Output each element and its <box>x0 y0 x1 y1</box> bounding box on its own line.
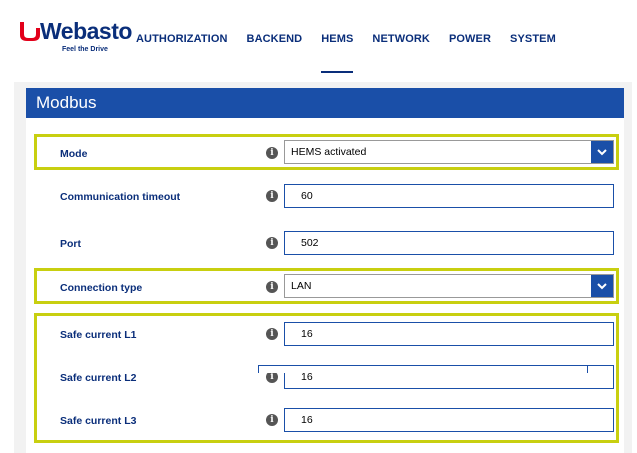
field-row-mode: Mode i HEMS activated <box>38 138 614 172</box>
info-icon[interactable]: i <box>266 190 278 202</box>
panel-title: Modbus <box>26 88 624 118</box>
safe-current-l1-label: Safe current L1 <box>60 329 137 341</box>
logo-wordmark: Webasto <box>40 18 132 44</box>
webasto-logo[interactable]: Webasto Feel the Drive <box>18 18 132 58</box>
next-field-input-partial[interactable] <box>258 365 588 373</box>
connection-type-value: LAN <box>291 280 312 292</box>
field-row-connection-type: Connection type i LAN <box>38 272 614 306</box>
nav-item-backend[interactable]: BACKEND <box>247 33 303 45</box>
port-label: Port <box>60 238 81 250</box>
field-row-port: Port i 502 <box>38 228 614 262</box>
top-header: Webasto Feel the Drive AUTHORIZATION BAC… <box>0 0 637 73</box>
nav-item-hems[interactable]: HEMS <box>321 33 354 73</box>
info-icon[interactable]: i <box>266 414 278 426</box>
nav-item-network[interactable]: NETWORK <box>372 33 430 45</box>
logo-tagline: Feel the Drive <box>62 46 108 53</box>
nav-item-system[interactable]: SYSTEM <box>510 33 556 45</box>
field-row-safe-current-l3: Safe current L3 i 16 <box>38 405 614 439</box>
safe-current-l3-input[interactable]: 16 <box>284 408 614 432</box>
modbus-panel: Modbus Mode i HEMS activated Communicati… <box>26 88 624 453</box>
safe-current-l1-input[interactable]: 16 <box>284 322 614 346</box>
port-input[interactable]: 502 <box>284 231 614 255</box>
timeout-input[interactable]: 60 <box>284 184 614 208</box>
info-icon[interactable]: i <box>266 237 278 249</box>
safe-current-l2-label: Safe current L2 <box>60 372 137 384</box>
main-nav: AUTHORIZATION BACKEND HEMS NETWORK POWER… <box>136 33 575 73</box>
field-row-safe-current-l1: Safe current L1 i 16 <box>38 319 614 353</box>
info-icon[interactable]: i <box>266 281 278 293</box>
info-icon[interactable]: i <box>266 328 278 340</box>
chevron-down-icon[interactable] <box>591 141 613 163</box>
connection-type-select[interactable]: LAN <box>284 274 614 298</box>
safe-current-l3-label: Safe current L3 <box>60 415 137 427</box>
mode-select[interactable]: HEMS activated <box>284 140 614 164</box>
nav-item-authorization[interactable]: AUTHORIZATION <box>136 33 228 45</box>
chevron-down-icon[interactable] <box>591 275 613 297</box>
nav-item-power[interactable]: POWER <box>449 33 491 45</box>
webasto-logo-mark-icon <box>20 22 40 41</box>
mode-select-value: HEMS activated <box>291 146 367 158</box>
timeout-label: Communication timeout <box>60 191 181 203</box>
connection-type-label: Connection type <box>60 282 143 294</box>
info-icon[interactable]: i <box>266 147 278 159</box>
mode-label: Mode <box>60 148 88 160</box>
field-row-timeout: Communication timeout i 60 <box>38 181 614 215</box>
content-area: Modbus Mode i HEMS activated Communicati… <box>14 82 632 453</box>
